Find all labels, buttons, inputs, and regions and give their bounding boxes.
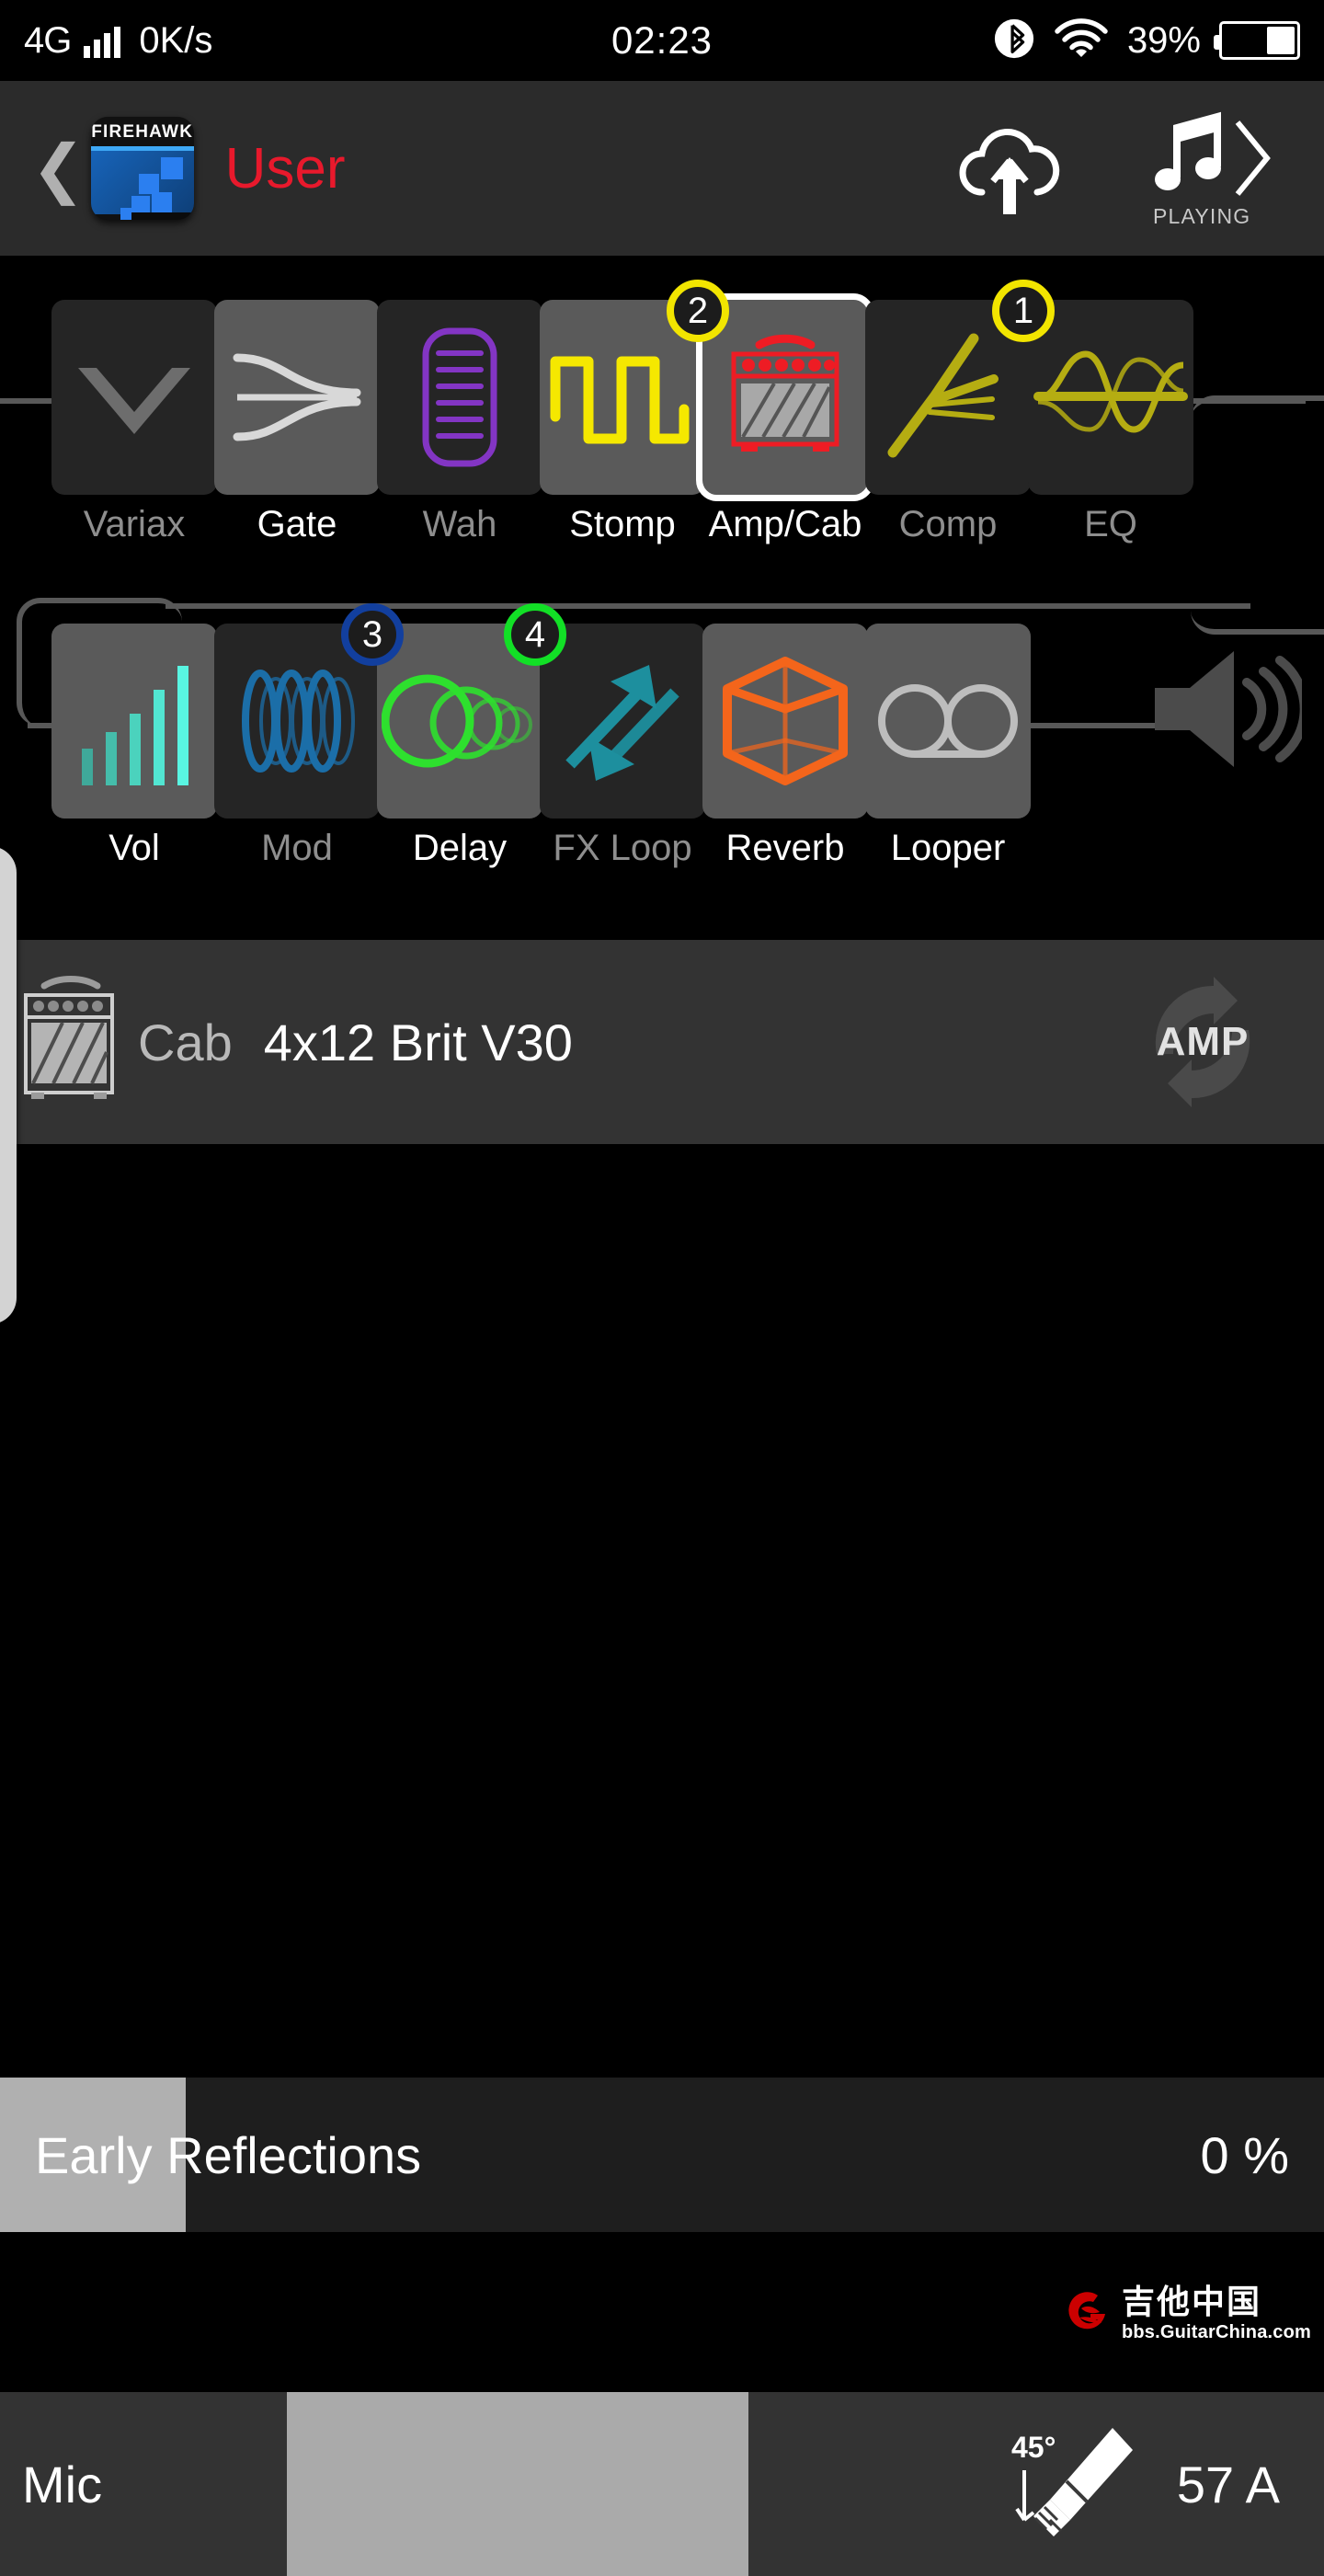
cab-parameter-row[interactable]: Cab 4x12 Brit V30 AMP <box>0 940 1324 1144</box>
battery-percent-label: 39% <box>1126 19 1201 61</box>
amp-cab-swap-icon[interactable]: AMP <box>1129 973 1276 1111</box>
back-chevron-icon[interactable]: ❮ <box>31 136 86 200</box>
reverb-cube-icon <box>723 657 848 785</box>
early-reflections-label: Early Reflections <box>35 2125 422 2184</box>
volume-bars-icon <box>82 666 188 785</box>
chain-slot-reverb[interactable]: Reverb <box>702 624 868 868</box>
chain-slot-badge: 4 <box>504 603 566 666</box>
playing-button[interactable]: PLAYING <box>1146 111 1284 228</box>
chain-slot-variax[interactable]: Variax <box>51 300 217 544</box>
mic-value: 57 A <box>1176 2455 1280 2513</box>
playing-label: PLAYING <box>1153 204 1251 228</box>
app-header: ❮ FIREHAWK User PLAYING <box>0 81 1324 256</box>
chain-slot-fx-loop[interactable]: FX Loop <box>540 624 705 868</box>
guitarchina-logo-icon <box>1063 2286 1114 2342</box>
app-icon-title: FIREHAWK <box>91 122 194 142</box>
chain-slot-badge: 3 <box>341 603 404 666</box>
chain-slot-label: Looper <box>890 828 1006 868</box>
speaker-output-icon <box>1146 640 1309 778</box>
mic-value-group: 45° 57 A <box>1010 2392 1280 2576</box>
fx-loop-arrows-icon <box>565 665 679 781</box>
signal-chain: Variax Gate Wah 2 Stomp Amp/Cab 1 Comp E… <box>0 256 1324 927</box>
chain-slot-vol[interactable]: Vol <box>51 624 217 868</box>
stomp-square-wave-icon <box>550 356 690 444</box>
amp-cab-icon <box>731 334 839 452</box>
cab-model-value: 4x12 Brit V30 <box>263 1013 573 1071</box>
watermark-url: bbs.GuitarChina.com <box>1121 2322 1311 2342</box>
bluetooth-icon <box>993 17 1035 64</box>
chain-slot-eq[interactable]: EQ <box>1028 300 1193 544</box>
gate-icon <box>233 353 361 441</box>
early-reflections-row[interactable]: Early Reflections 0 % <box>0 2078 1324 2232</box>
cab-type-label: Cab <box>138 1013 233 1071</box>
looper-reels-icon <box>878 684 1018 758</box>
cloud-upload-icon[interactable] <box>951 120 1068 216</box>
battery-icon <box>1214 21 1300 60</box>
mic-label: Mic <box>22 2455 103 2513</box>
status-bar-right: 39% <box>993 17 1300 64</box>
watermark: 吉他中国 bbs.GuitarChina.com <box>1063 2285 1311 2343</box>
watermark-name: 吉他中国 <box>1121 2283 1261 2320</box>
mic-slider-fill[interactable] <box>287 2392 748 2576</box>
wah-pedal-icon <box>422 327 497 467</box>
delay-circles-icon <box>382 674 532 768</box>
variax-v-icon <box>78 368 190 434</box>
header-actions: PLAYING <box>951 111 1293 228</box>
chain-slot-gate[interactable]: Gate <box>214 300 380 544</box>
wifi-icon <box>1054 17 1109 64</box>
chain-slot-looper[interactable]: Looper <box>865 624 1031 868</box>
watermark-text: 吉他中国 bbs.GuitarChina.com <box>1122 2285 1311 2343</box>
drawer-handle[interactable] <box>0 846 17 1324</box>
firehawk-app-icon: FIREHAWK <box>90 117 194 220</box>
amp-cab-small-icon <box>18 973 120 1111</box>
svg-text:45°: 45° <box>1011 2431 1056 2464</box>
page-title: User <box>224 136 346 200</box>
chain-slot-badge: 1 <box>992 280 1055 342</box>
chain-row-top: Variax Gate Wah 2 Stomp Amp/Cab 1 Comp E… <box>0 272 1324 548</box>
chain-slot-delay[interactable]: 4 Delay <box>377 603 566 868</box>
amp-toggle-label: AMP <box>1156 1019 1250 1064</box>
chain-slot-badge: 2 <box>667 280 729 342</box>
eq-curve-icon <box>1033 350 1188 433</box>
chain-slot-label: EQ <box>1084 504 1137 544</box>
chain-slot-amp-cab[interactable]: Amp/Cab <box>696 293 874 544</box>
chain-slot-mod[interactable]: 3 Mod <box>214 603 404 868</box>
status-bar: 4G 0K/s 02:23 39% <box>0 0 1324 81</box>
chain-slot-wah[interactable]: Wah <box>377 300 542 544</box>
microphone-45deg-icon: 45° <box>1010 2424 1138 2544</box>
mic-row[interactable]: Mic 45° 57 A <box>0 2392 1324 2576</box>
early-reflections-value: 0 % <box>1200 2125 1290 2184</box>
chain-row-bottom: Vol 3 Mod 4 Delay FX Loop Reverb Looper <box>0 596 1324 872</box>
chain-slot-stomp[interactable]: 2 Stomp <box>540 280 729 544</box>
comp-curve-icon <box>887 333 999 458</box>
mod-sine-icon <box>242 670 355 773</box>
chain-slot-comp[interactable]: 1 EQ Comp <box>865 280 1055 544</box>
